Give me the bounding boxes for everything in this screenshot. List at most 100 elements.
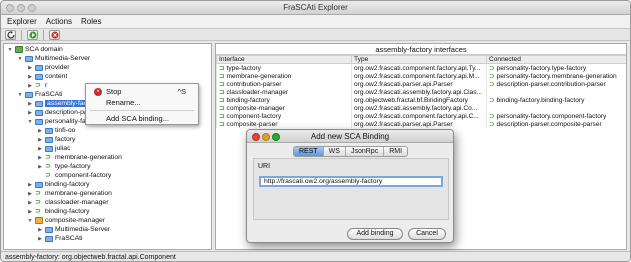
collapsed-triangle-icon[interactable]: ▶ [27, 200, 33, 206]
expanded-triangle-icon[interactable]: ▼ [27, 119, 33, 125]
type-text: org.ow2.frascati.assembly.factory.api.Cl… [354, 88, 483, 96]
tab-rmi[interactable]: RMI [384, 147, 408, 156]
uri-input[interactable] [259, 176, 443, 187]
tab-rest[interactable]: REST [294, 147, 324, 156]
minimize-dialog-icon[interactable] [262, 133, 270, 141]
tree-node-label: Multimedia-Server [55, 226, 111, 233]
collapsed-triangle-icon[interactable]: ▶ [27, 110, 33, 116]
collapsed-triangle-icon[interactable]: ▶ [37, 236, 43, 242]
tree-node[interactable]: ▶ factory [37, 135, 75, 144]
tree-node[interactable]: ▶ ⊃ membrane-generation [27, 189, 112, 198]
collapsed-triangle-icon[interactable]: ▶ [27, 191, 33, 197]
tree-node[interactable]: ▶ tinfi-oo [37, 126, 75, 135]
table-row[interactable]: ⊐ membrane-generation org.ow2.frascati.com… [216, 72, 626, 80]
context-menu-stop[interactable]: × Stop ^S [86, 86, 198, 97]
expanded-triangle-icon[interactable]: ▼ [7, 47, 13, 53]
table-row[interactable]: ⊐ composite-manager org.ow2.frascati.assem… [216, 104, 626, 112]
collapsed-triangle-icon[interactable]: ▶ [27, 65, 33, 71]
tree-node[interactable]: ▶ binding-factory [27, 180, 90, 189]
interface-arrow-icon: ⊃ [489, 121, 495, 128]
sca-tree-panel[interactable]: ▼ SCA domain ▼ Multimedia-Server ▶ provider ▶ c… [3, 43, 212, 250]
toolbar-separator [21, 29, 22, 40]
tree-node[interactable]: ▶ FraSCAti [37, 234, 83, 243]
minimize-window-icon[interactable] [17, 4, 25, 12]
expanded-triangle-icon[interactable]: ▼ [27, 218, 33, 224]
menu-explorer[interactable]: Explorer [7, 17, 37, 26]
collapsed-triangle-icon[interactable]: ▶ [27, 101, 33, 107]
tree-node[interactable]: ▶ content [27, 72, 67, 81]
tree-node-label: composite-manager [45, 217, 106, 224]
start-button[interactable] [27, 29, 38, 40]
table-row[interactable]: ⊐ classloader-manager org.ow2.frascati.ass… [216, 88, 626, 96]
menu-actions[interactable]: Actions [46, 17, 72, 26]
arrow-icon: ⊃ [35, 207, 41, 215]
tree-node[interactable]: ▼ SCA domain [7, 45, 63, 54]
menu-bar: Explorer Actions Roles [1, 15, 630, 29]
tree-node[interactable]: ▼ Multimedia-Server [17, 54, 91, 63]
tree-node[interactable]: ▶ ⊃ membrane-generation [37, 153, 122, 162]
table-row[interactable]: ⊐ type-factory org.ow2.frascati.component.… [216, 63, 626, 72]
tree-node[interactable]: ▶ juliac [37, 144, 71, 153]
tab-ws[interactable]: WS [323, 147, 346, 156]
tree-node-label: r [45, 82, 48, 89]
connected-text: personality-factory.membrane-generation [496, 73, 617, 80]
expanded-triangle-icon[interactable]: ▼ [17, 92, 23, 98]
expanded-triangle-icon[interactable]: ▼ [17, 56, 23, 62]
interface-arrow-icon: ⊃ [489, 113, 495, 120]
collapsed-triangle-icon[interactable]: ▶ [37, 227, 43, 233]
table-row[interactable]: ⊐ binding-factory org.objectweb.fractal.bf… [216, 96, 626, 104]
arrow-icon: ⊃ [45, 153, 51, 161]
tab-jsonrpc[interactable]: JsonRpc [345, 147, 385, 156]
tree-node[interactable]: ▶ ⊃ classloader-manager [27, 198, 108, 207]
close-dialog-icon[interactable] [252, 133, 260, 141]
close-window-icon[interactable] [6, 4, 14, 12]
context-menu: × Stop ^S Rename... Add SCA binding... [85, 83, 199, 125]
tree-node[interactable]: ⊃ component-factory [37, 171, 111, 180]
add-binding-dialog: Add new SCA Binding REST WS JsonRpc RMI … [246, 129, 454, 243]
collapsed-triangle-icon[interactable]: ▶ [37, 128, 43, 134]
tree-node[interactable]: ▼ FraSCAti [17, 90, 63, 99]
interface-arrow-icon: ⊐ [219, 121, 225, 128]
add-binding-button[interactable]: Add binding [347, 228, 403, 240]
collapsed-triangle-icon[interactable]: ▶ [37, 164, 43, 170]
collapsed-triangle-icon[interactable]: ▶ [37, 146, 43, 152]
tree-node[interactable]: ▶ ⊃ r [27, 81, 47, 90]
play-icon [29, 31, 36, 38]
interface-arrow-icon: ⊃ [489, 73, 495, 80]
cell-type: org.ow2.frascati.component.factory.api.M… [351, 72, 487, 80]
cell-type: org.ow2.frascati.component.factory.api.T… [351, 63, 487, 72]
collapsed-triangle-icon[interactable]: ▶ [27, 74, 33, 80]
context-menu-rename[interactable]: Rename... [86, 97, 198, 108]
column-header-interface[interactable]: Interface [216, 55, 352, 64]
stop-button[interactable] [49, 29, 60, 40]
tree-node[interactable]: ▼ composite-manager [27, 216, 105, 225]
collapsed-triangle-icon[interactable]: ▶ [37, 155, 43, 161]
tree-node[interactable]: ▶ Multimedia-Server [37, 225, 110, 234]
collapsed-triangle-icon[interactable]: ▶ [27, 182, 33, 188]
tree-node-label: juliac [55, 145, 71, 152]
cancel-button[interactable]: Cancel [408, 228, 446, 240]
tree-node[interactable]: ▶ provider [27, 63, 70, 72]
interface-arrow-icon: ⊐ [219, 97, 225, 104]
folder-icon [45, 226, 53, 233]
table-row[interactable]: ⊐ contribution-parser org.ow2.frascati.par… [216, 80, 626, 88]
table-row[interactable]: ⊐ component-factory org.ow2.frascati.compo… [216, 112, 626, 120]
collapsed-triangle-icon[interactable]: ▶ [37, 137, 43, 143]
zoom-dialog-icon[interactable] [272, 133, 280, 141]
menu-roles[interactable]: Roles [81, 17, 101, 26]
collapsed-triangle-icon[interactable]: ▶ [27, 83, 33, 89]
tree-node[interactable]: ▶ ⊃ type-factory [37, 162, 90, 171]
tree-node[interactable]: ▶ ⊃ binding-factory [27, 207, 90, 216]
cell-connected: ⊃ binding-factory.binding-factory [486, 96, 626, 104]
type-text: org.ow2.frascati.parser.api.Parser [354, 80, 453, 88]
refresh-icon [6, 30, 15, 39]
table-row[interactable]: ⊐ composite-parser org.ow2.frascati.parser… [216, 120, 626, 128]
cell-interface: ⊐ composite-parser [216, 120, 352, 128]
zoom-window-icon[interactable] [28, 4, 36, 12]
column-header-type[interactable]: Type [351, 55, 487, 64]
collapsed-triangle-icon[interactable]: ▶ [27, 209, 33, 215]
context-menu-add-binding[interactable]: Add SCA binding... [86, 113, 198, 124]
refresh-button[interactable] [5, 29, 16, 40]
type-text: org.objectweb.fractal.bf.BindingFactory [354, 96, 468, 104]
column-header-connected[interactable]: Connected [486, 55, 626, 64]
